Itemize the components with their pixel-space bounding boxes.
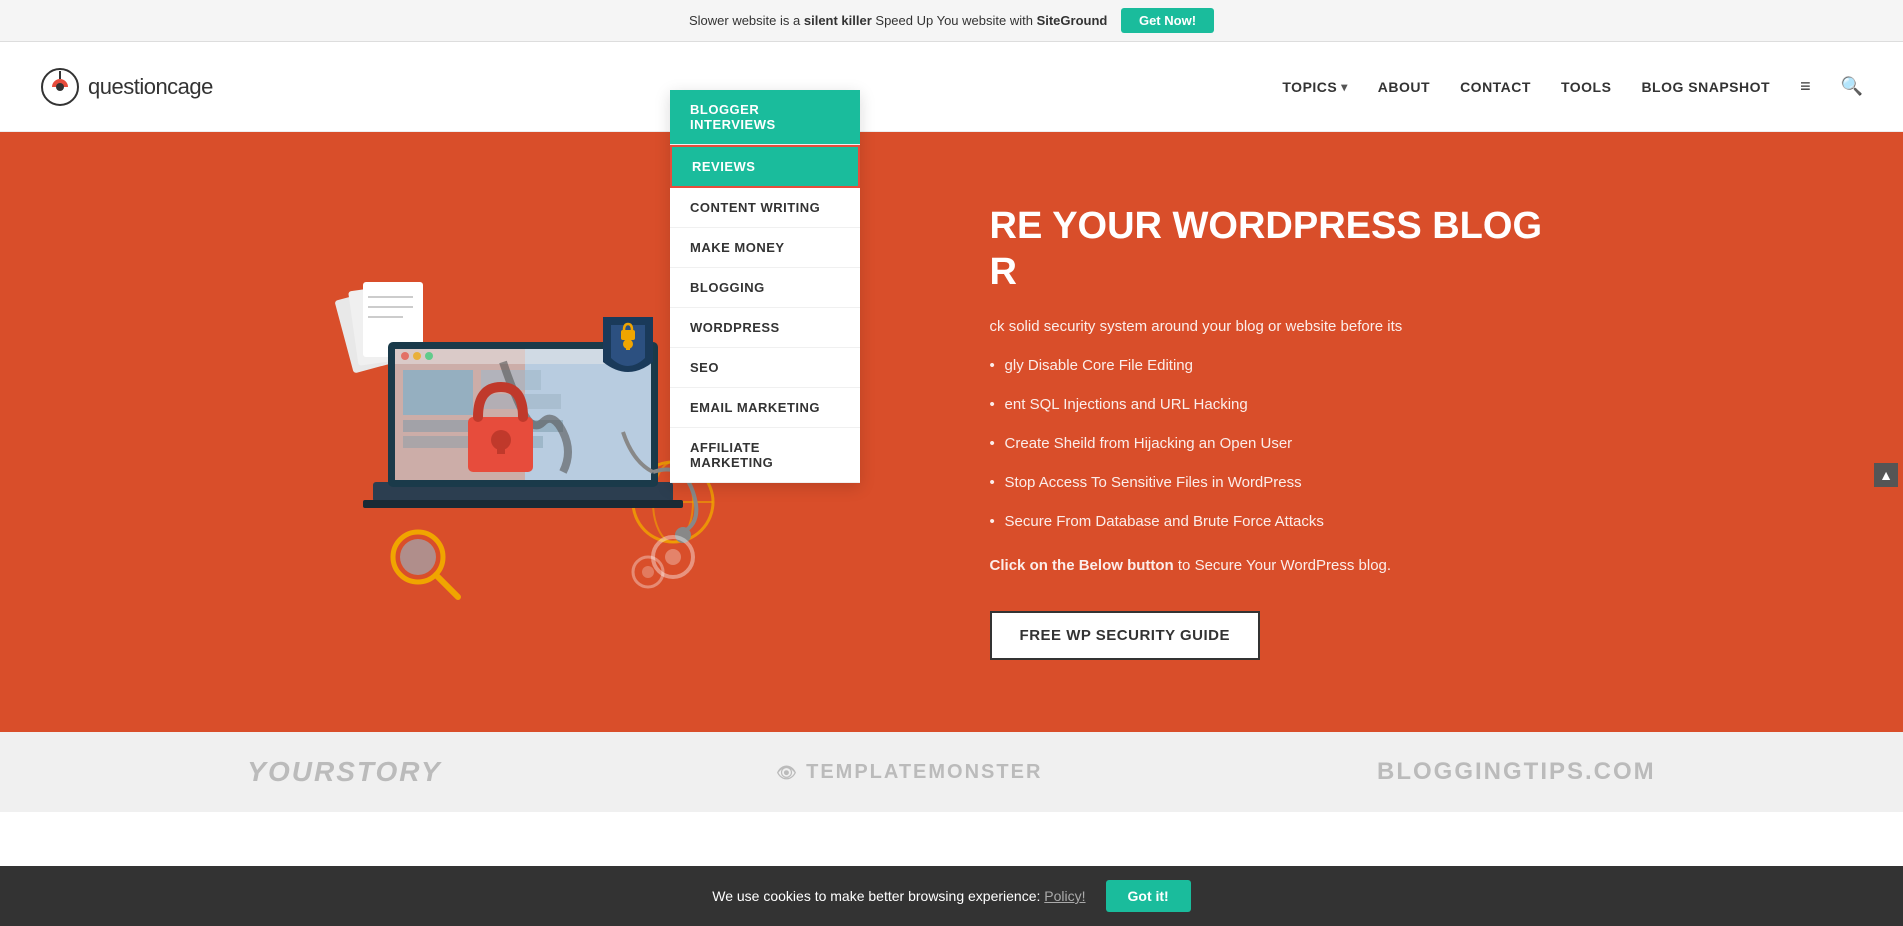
dropdown-item-content-writing[interactable]: CONTENT WRITING <box>670 188 860 228</box>
hero-title: RE YOUR WORDPRESS BLOG R <box>990 204 1542 295</box>
dropdown-item-blogger-interviews[interactable]: BLOGGER INTERVIEWS <box>670 90 860 145</box>
policy-link[interactable]: Policy! <box>1044 888 1085 904</box>
banner-text: Slower website is a silent killer Speed … <box>689 13 1111 28</box>
nav-contact[interactable]: CONTACT <box>1460 79 1531 95</box>
top-banner: Slower website is a silent killer Speed … <box>0 0 1903 42</box>
nav-about[interactable]: ABOUT <box>1378 79 1430 95</box>
brand-yourstory: YOURSTORY <box>247 756 441 788</box>
hero-bullet-1: gly Disable Core File Editing <box>990 354 1542 378</box>
scroll-up-button[interactable]: ▲ <box>1874 463 1898 487</box>
logo-text: questioncage <box>88 74 213 100</box>
hamburger-icon[interactable]: ≡ <box>1800 76 1811 97</box>
hero-bullet-2: ent SQL Injections and URL Hacking <box>990 393 1542 417</box>
header: questioncage TOPICS ▾ ABOUT CONTACT TOOL… <box>0 42 1903 132</box>
cookie-bar: We use cookies to make better browsing e… <box>0 866 1903 926</box>
hero-bullet-5: Secure From Database and Brute Force Att… <box>990 510 1542 534</box>
dropdown-item-reviews[interactable]: REVIEWS <box>670 145 860 188</box>
dropdown-item-seo[interactable]: SEO <box>670 348 860 388</box>
nav-blog-snapshot[interactable]: BLOG SNAPSHOT <box>1641 79 1770 95</box>
logos-bar: YOURSTORY 👁 TemplateMonster BLOGGINGTIPS… <box>0 732 1903 812</box>
topics-dropdown: BLOGGER INTERVIEWS REVIEWS CONTENT WRITI… <box>670 90 860 483</box>
logo[interactable]: questioncage <box>40 67 213 107</box>
search-icon[interactable]: 🔍 <box>1841 76 1863 97</box>
hero-cta-text: Click on the Below button to Secure Your… <box>990 554 1542 578</box>
dropdown-item-affiliate-marketing[interactable]: AFFILIATE MARKETING <box>670 428 860 483</box>
nav-topics[interactable]: TOPICS ▾ <box>1282 79 1347 95</box>
logo-icon <box>40 67 80 107</box>
hero-illustration <box>0 132 1047 732</box>
chevron-down-icon: ▾ <box>1341 80 1348 94</box>
brand-bloggingtips: BLOGGINGTIPS.COM <box>1377 758 1656 786</box>
hero-text-content: RE YOUR WORDPRESS BLOG R ck solid securi… <box>990 164 1602 700</box>
dropdown-item-blogging[interactable]: BLOGGING <box>670 268 860 308</box>
cookie-text: We use cookies to make better browsing e… <box>712 888 1085 904</box>
dropdown-item-make-money[interactable]: MAKE MONEY <box>670 228 860 268</box>
hero-bullet-3: Create Sheild from Hijacking an Open Use… <box>990 432 1542 456</box>
brand-templatemonster: 👁 TemplateMonster <box>776 761 1042 784</box>
got-it-button[interactable]: Got it! <box>1106 880 1191 912</box>
get-now-button[interactable]: Get Now! <box>1121 8 1214 33</box>
hero-bullets: gly Disable Core File Editing ent SQL In… <box>990 354 1542 534</box>
dropdown-item-email-marketing[interactable]: EMAIL MARKETING <box>670 388 860 428</box>
hero-description: ck solid security system around your blo… <box>990 315 1542 339</box>
nav-tools[interactable]: TOOLS <box>1561 79 1611 95</box>
hero-bullet-4: Stop Access To Sensitive Files in WordPr… <box>990 471 1542 495</box>
hero-section: RE YOUR WORDPRESS BLOG R ck solid securi… <box>0 132 1903 732</box>
main-nav: TOPICS ▾ ABOUT CONTACT TOOLS BLOG SNAPSH… <box>1282 76 1863 97</box>
dropdown-item-wordpress[interactable]: WORDPRESS <box>670 308 860 348</box>
